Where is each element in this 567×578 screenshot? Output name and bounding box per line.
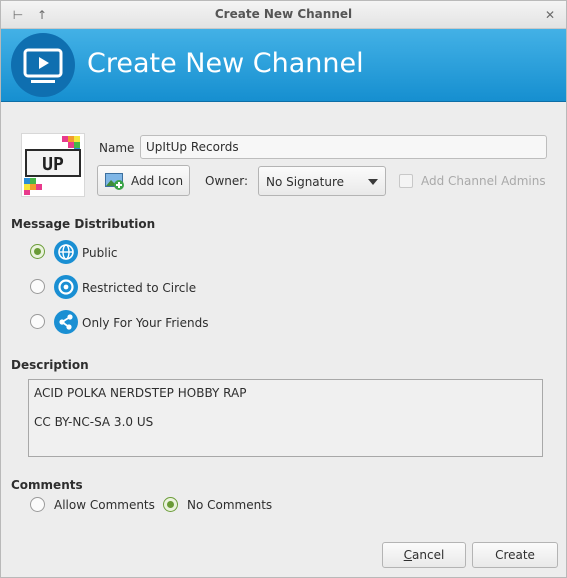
radio-friends[interactable]	[30, 314, 45, 329]
header-title: Create New Channel	[87, 48, 364, 79]
chevron-down-icon	[368, 179, 378, 185]
close-icon[interactable]: ✕	[542, 7, 558, 23]
circle-icon	[54, 275, 78, 299]
add-image-icon	[105, 173, 125, 190]
allow-comments-label: Allow Comments	[54, 498, 155, 512]
add-icon-button[interactable]: Add Icon	[97, 165, 190, 196]
no-comments-label: No Comments	[187, 498, 273, 512]
name-input[interactable]: UpItUp Records	[140, 135, 547, 159]
radio-public[interactable]	[30, 244, 45, 259]
description-textarea[interactable]: ACID POLKA NERDSTEP HOBBY RAP CC BY-NC-S…	[28, 379, 543, 457]
friends-label: Only For Your Friends	[82, 316, 209, 330]
create-channel-dialog: ⊢ ↑ Create New Channel ✕ Create New Chan…	[0, 0, 567, 578]
add-icon-label: Add Icon	[131, 174, 184, 188]
channel-logo: UP	[21, 133, 85, 197]
description-line-1: ACID POLKA NERDSTEP HOBBY RAP	[34, 386, 247, 400]
cancel-mnemonic: C	[403, 548, 413, 562]
owner-select-value: No Signature	[266, 175, 345, 189]
owner-label: Owner:	[205, 174, 249, 188]
owner-select[interactable]: No Signature	[258, 166, 386, 196]
description-line-2: CC BY-NC-SA 3.0 US	[34, 415, 154, 429]
radio-restricted[interactable]	[30, 279, 45, 294]
public-label: Public	[82, 246, 118, 260]
share-icon	[54, 310, 78, 334]
title-bar: ⊢ ↑ Create New Channel ✕	[1, 1, 566, 29]
description-heading: Description	[11, 358, 89, 372]
cancel-button[interactable]: Cancel	[382, 542, 466, 568]
name-label: Name	[99, 141, 135, 155]
add-admins-label: Add Channel Admins	[421, 174, 546, 188]
add-admins-checkbox[interactable]	[399, 174, 413, 188]
comments-heading: Comments	[11, 478, 83, 492]
window-title: Create New Channel	[214, 7, 353, 21]
restricted-label: Restricted to Circle	[82, 281, 197, 295]
logo-text: UP	[42, 154, 64, 175]
header-banner: Create New Channel	[1, 29, 566, 102]
tv-play-icon	[11, 33, 75, 97]
create-button[interactable]: Create	[472, 542, 558, 568]
globe-icon	[54, 240, 78, 264]
cancel-label: ancel	[412, 548, 445, 562]
radio-allow-comments[interactable]	[30, 497, 45, 512]
radio-no-comments[interactable]	[163, 497, 178, 512]
distribution-heading: Message Distribution	[11, 217, 156, 231]
